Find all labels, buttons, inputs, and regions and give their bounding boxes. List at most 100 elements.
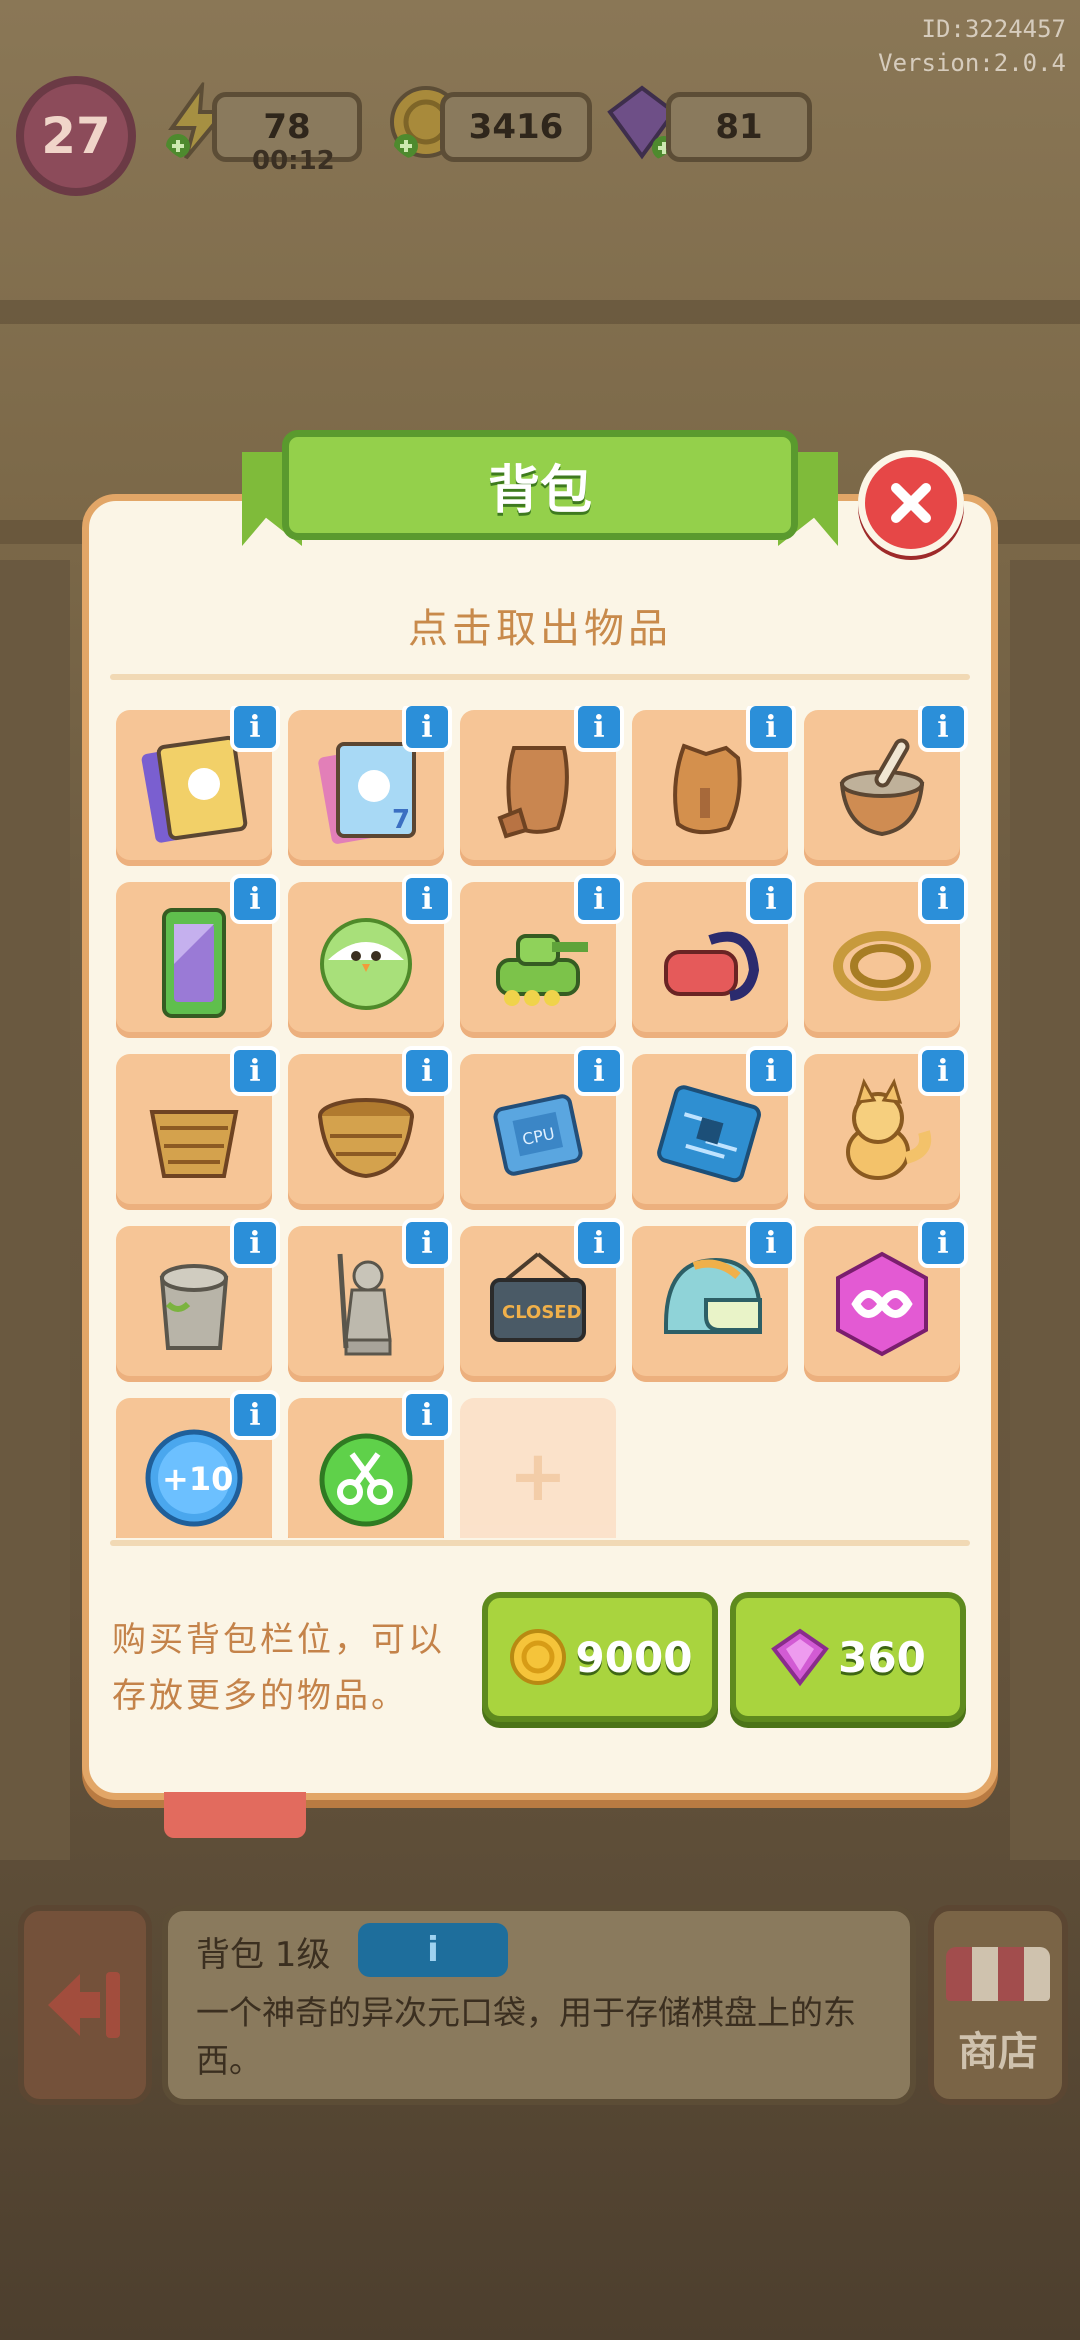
info-icon: i bbox=[249, 709, 261, 745]
info-icon: i bbox=[427, 1930, 439, 1970]
item-info-button[interactable]: i bbox=[402, 706, 452, 752]
info-icon: i bbox=[249, 1053, 261, 1089]
info-icon: i bbox=[249, 1225, 261, 1261]
buy-slot-line-2: 存放更多的物品。 bbox=[112, 1676, 408, 1716]
gem-counter[interactable]: 81 bbox=[666, 92, 812, 162]
energy-value: 78 bbox=[263, 107, 311, 147]
buy-slot-coins-button[interactable]: 9000 bbox=[482, 1592, 718, 1722]
item-info-button[interactable]: i bbox=[574, 706, 624, 752]
build-info: ID:3224457 Version:2.0.4 bbox=[878, 12, 1066, 80]
inventory-slot[interactable]: i bbox=[632, 706, 796, 866]
info-icon: i bbox=[421, 1397, 433, 1433]
inventory-slot[interactable]: CPU i bbox=[460, 1046, 624, 1210]
dialog-subtitle: 点击取出物品 bbox=[408, 606, 672, 652]
info-icon: i bbox=[593, 1053, 605, 1089]
info-icon: i bbox=[937, 709, 949, 745]
coin-price: 9000 bbox=[575, 1632, 693, 1682]
item-info-button[interactable]: i bbox=[230, 706, 280, 752]
item-info-button[interactable]: i bbox=[918, 1046, 968, 1096]
divider-bottom bbox=[110, 1540, 970, 1546]
inventory-slot[interactable]: i bbox=[116, 874, 280, 1038]
item-info-button[interactable]: i bbox=[402, 1390, 452, 1440]
inventory-slot[interactable]: i bbox=[116, 706, 280, 866]
item-info-panel: 背包 1级 i 一个神奇的异次元口袋，用于存储棋盘上的东西。 bbox=[162, 1905, 916, 2105]
info-icon: i bbox=[937, 1053, 949, 1089]
info-icon: i bbox=[937, 1225, 949, 1261]
inventory-grid: i 7 i i i i i i i i i i i CPU i i i i i CLOSED i i i +10 i i + bbox=[116, 706, 976, 1538]
inventory-slot[interactable]: i bbox=[288, 1046, 452, 1210]
player-level-badge[interactable]: 27 bbox=[16, 76, 136, 196]
info-icon: i bbox=[249, 881, 261, 917]
info-icon: i bbox=[765, 709, 777, 745]
inventory-slot[interactable]: i bbox=[632, 1218, 796, 1382]
buy-slot-description: 购买背包栏位，可以 存放更多的物品。 bbox=[112, 1612, 472, 1724]
coin-value: 3416 bbox=[468, 107, 564, 147]
coin-icon bbox=[509, 1629, 566, 1685]
svg-text:CLOSED: CLOSED bbox=[502, 1302, 582, 1323]
inventory-slot[interactable]: i bbox=[804, 706, 968, 866]
item-info-button[interactable]: i bbox=[746, 706, 796, 752]
buy-slot-line-1: 购买背包栏位，可以 bbox=[112, 1620, 445, 1660]
item-info-title: 背包 1级 bbox=[196, 1935, 331, 1975]
info-icon: i bbox=[765, 1225, 777, 1261]
item-info-button[interactable]: i bbox=[358, 1923, 508, 1977]
inventory-slot[interactable]: i bbox=[116, 1046, 280, 1210]
info-icon: i bbox=[937, 881, 949, 917]
inventory-slot[interactable]: 7i bbox=[288, 706, 452, 866]
item-info-button[interactable]: i bbox=[574, 1218, 624, 1268]
svg-text:7: 7 bbox=[392, 805, 410, 835]
inventory-slot[interactable]: i bbox=[116, 1218, 280, 1382]
close-icon bbox=[891, 483, 931, 523]
item-info-description: 一个神奇的异次元口袋，用于存储棋盘上的东西。 bbox=[196, 1993, 856, 2080]
inventory-slot[interactable]: i bbox=[460, 874, 624, 1038]
inventory-slot[interactable]: i bbox=[804, 874, 968, 1038]
inventory-slot[interactable]: CLOSED i bbox=[460, 1218, 624, 1382]
item-info-button[interactable]: i bbox=[746, 1046, 796, 1096]
info-icon: i bbox=[249, 1397, 261, 1433]
item-info-button[interactable]: i bbox=[230, 1390, 280, 1440]
item-info-button[interactable]: i bbox=[230, 1218, 280, 1268]
gem-icon bbox=[771, 1628, 830, 1687]
info-icon: i bbox=[421, 1053, 433, 1089]
close-button[interactable] bbox=[858, 450, 964, 556]
buy-slot-gems-button[interactable]: 360 bbox=[730, 1592, 966, 1722]
item-info-button[interactable]: i bbox=[402, 1046, 452, 1096]
inventory-slot[interactable]: +10 i bbox=[116, 1390, 280, 1538]
item-info-button[interactable]: i bbox=[574, 874, 624, 924]
divider-top bbox=[110, 674, 970, 680]
item-info-button[interactable]: i bbox=[746, 1218, 796, 1268]
info-icon: i bbox=[421, 709, 433, 745]
item-info-button[interactable]: i bbox=[746, 874, 796, 924]
info-icon: i bbox=[593, 1225, 605, 1261]
shop-button[interactable]: 商店 bbox=[928, 1905, 1068, 2105]
inventory-slot[interactable]: i bbox=[804, 1046, 968, 1210]
add-slot-button[interactable]: + bbox=[460, 1398, 616, 1538]
info-icon: i bbox=[593, 881, 605, 917]
svg-text:+10: +10 bbox=[162, 1460, 233, 1498]
gem-price: 360 bbox=[838, 1632, 926, 1682]
inventory-slot[interactable]: i bbox=[804, 1218, 968, 1382]
item-info-button[interactable]: i bbox=[402, 874, 452, 924]
player-level: 27 bbox=[41, 107, 111, 165]
inventory-slot[interactable]: i bbox=[632, 1046, 796, 1210]
item-info-button[interactable]: i bbox=[230, 874, 280, 924]
inventory-slot[interactable]: i bbox=[288, 1218, 452, 1382]
exit-button[interactable] bbox=[18, 1905, 152, 2105]
info-icon: i bbox=[421, 1225, 433, 1261]
player-id: ID:3224457 bbox=[921, 15, 1067, 43]
item-info-button[interactable]: i bbox=[402, 1218, 452, 1268]
info-icon: i bbox=[765, 881, 777, 917]
inventory-slot[interactable]: i bbox=[288, 874, 452, 1038]
plus-icon: + bbox=[508, 1435, 568, 1517]
inventory-slot[interactable]: i bbox=[632, 874, 796, 1038]
item-info-button[interactable]: i bbox=[574, 1046, 624, 1096]
dialog-bottom-tab bbox=[164, 1792, 306, 1838]
item-info-button[interactable]: i bbox=[230, 1046, 280, 1096]
item-info-button[interactable]: i bbox=[918, 706, 968, 752]
inventory-slot[interactable]: i bbox=[460, 706, 624, 866]
inventory-slot[interactable]: i bbox=[288, 1390, 452, 1538]
item-info-button[interactable]: i bbox=[918, 1218, 968, 1268]
coin-counter[interactable]: 3416 bbox=[440, 92, 592, 162]
info-icon: i bbox=[765, 1053, 777, 1089]
item-info-button[interactable]: i bbox=[918, 874, 968, 924]
